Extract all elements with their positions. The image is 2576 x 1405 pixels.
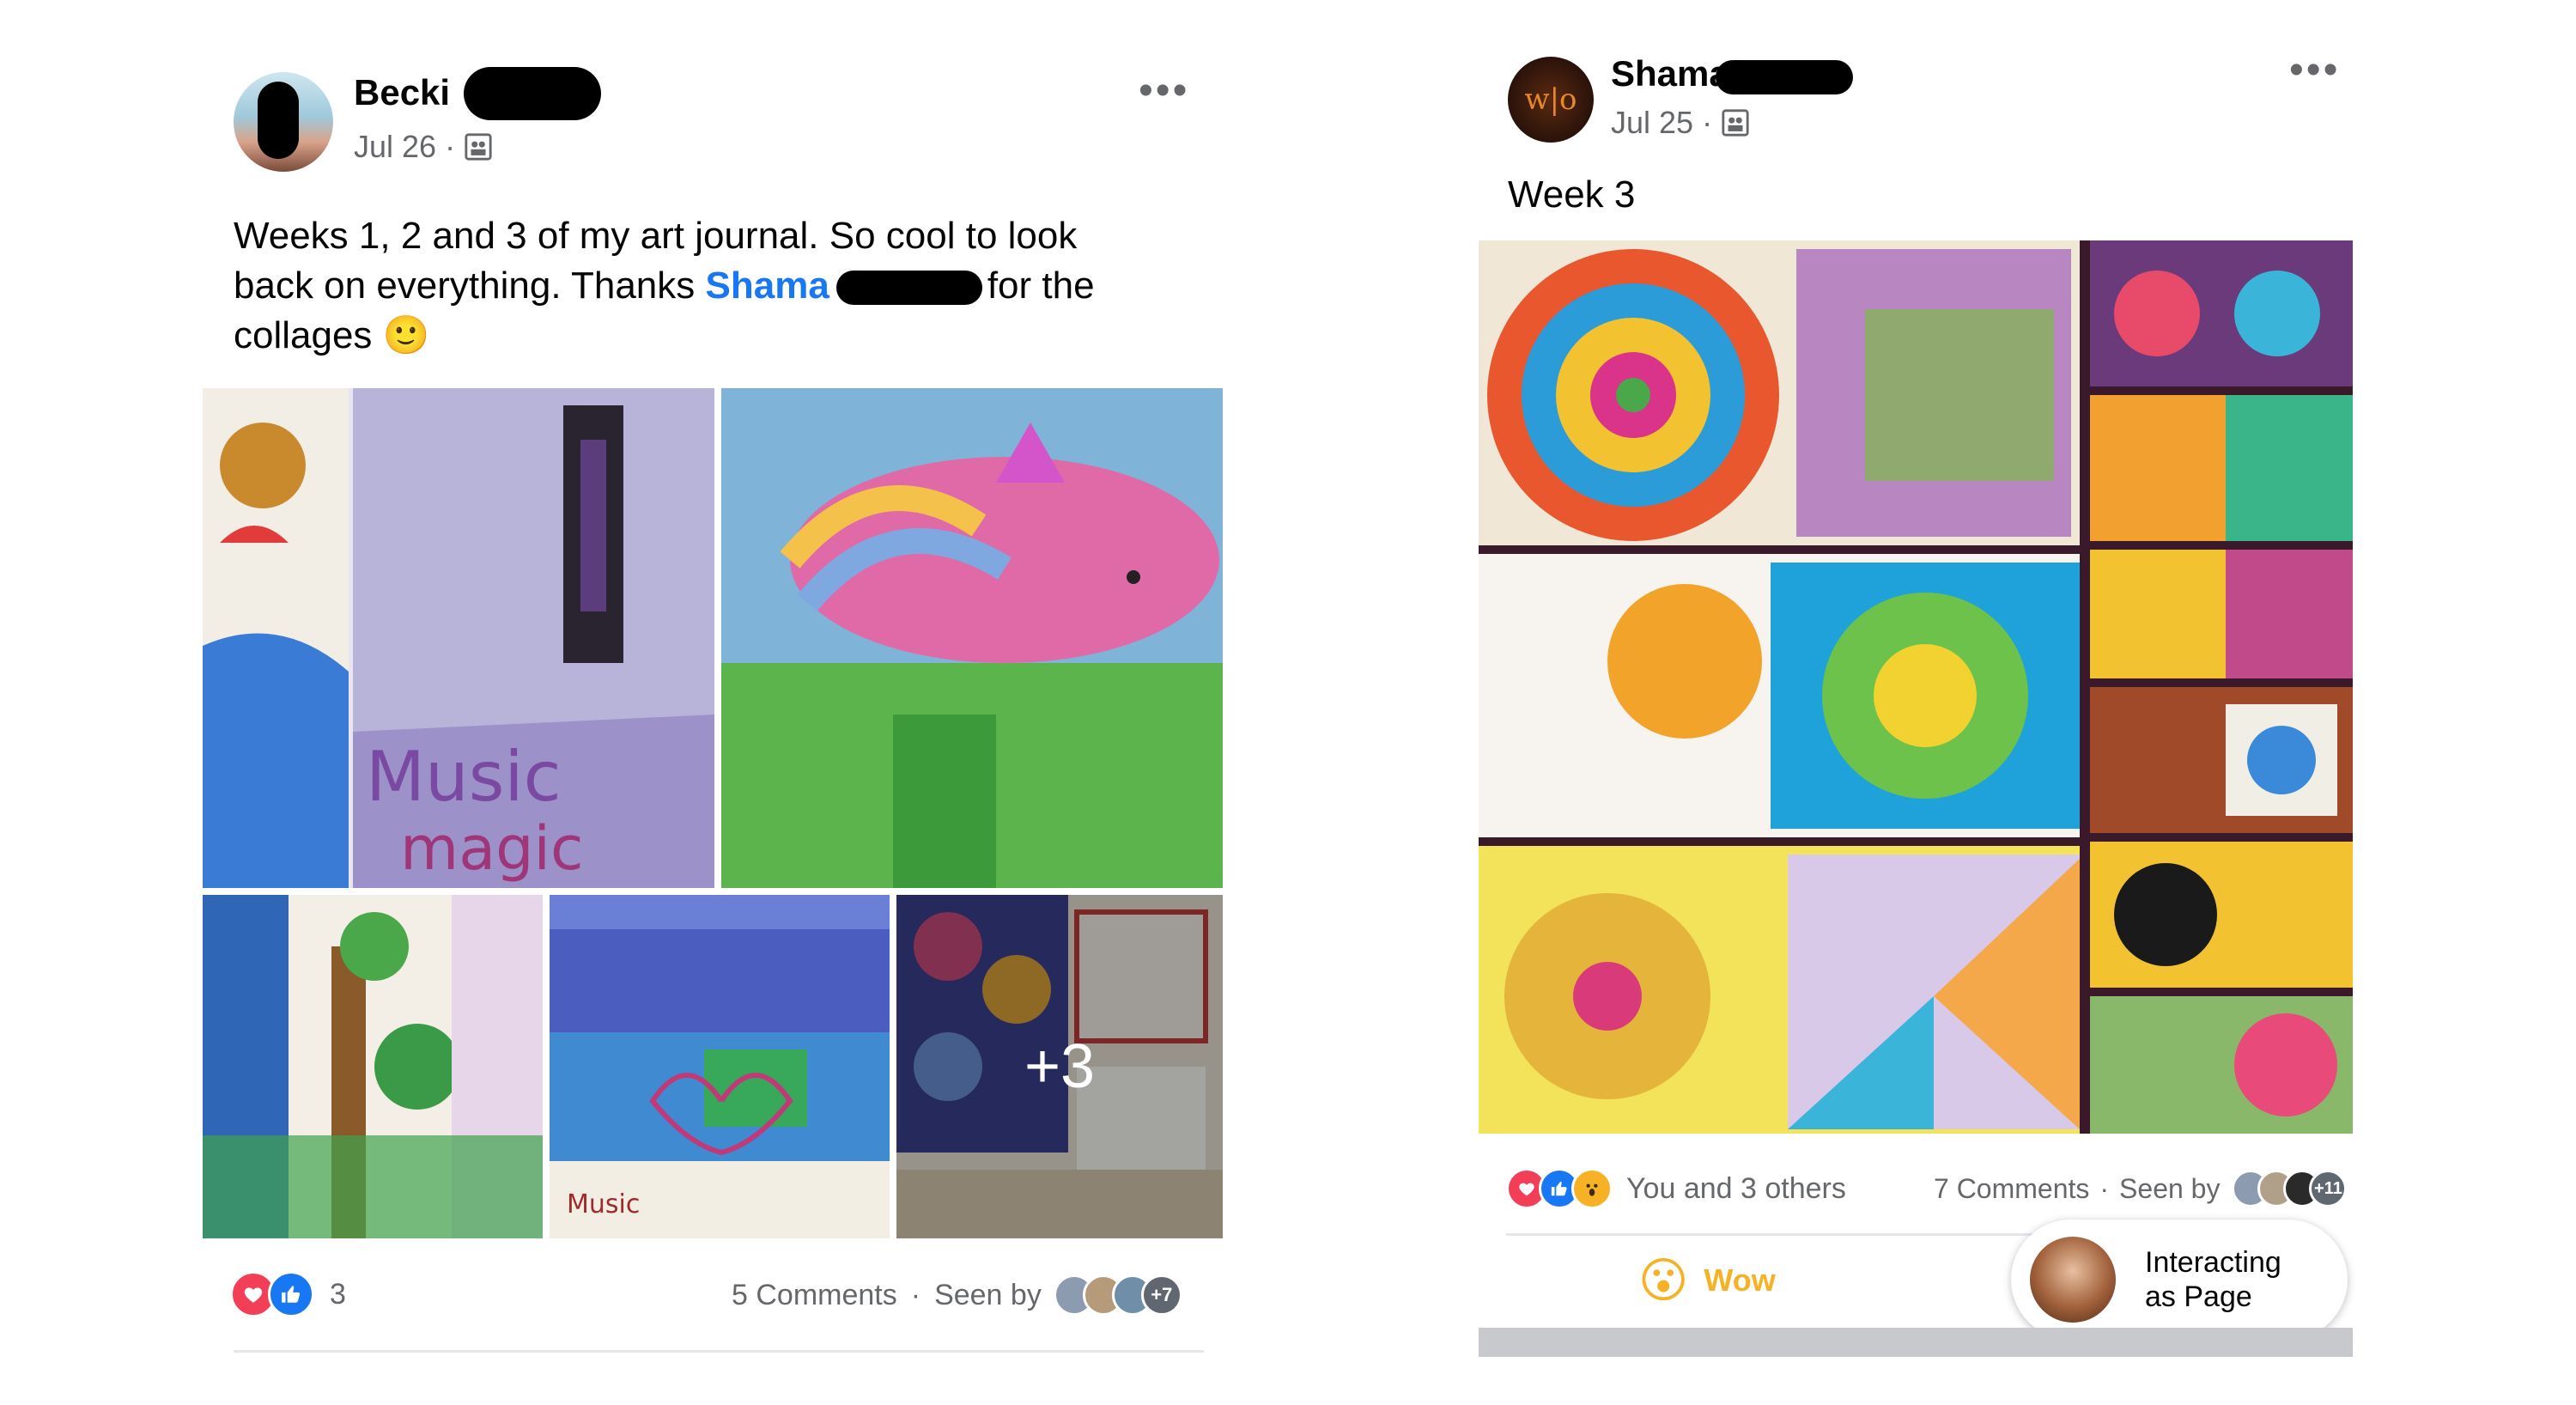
meta-separator: ·	[1702, 105, 1713, 140]
more-options-icon[interactable]: •••	[1139, 70, 1189, 112]
more-photos-overlay[interactable]: +3	[896, 895, 1223, 1238]
group-icon	[1722, 109, 1749, 137]
page-profile-avatar	[2030, 1237, 2116, 1323]
seen-by-label[interactable]: Seen by	[934, 1279, 1042, 1312]
viewer-extra-count: +11	[2309, 1170, 2348, 1207]
wow-reaction-icon	[1571, 1168, 1613, 1209]
reactions-summary[interactable]: You and 3 others	[1506, 1168, 1846, 1209]
post-date[interactable]: Jul 25	[1611, 105, 1693, 141]
more-options-icon[interactable]: •••	[2289, 50, 2340, 91]
wow-label: Wow	[1704, 1262, 1776, 1298]
redacted-mention	[835, 271, 982, 306]
bottom-scroll-bar	[1479, 1328, 2353, 1357]
seen-by-label[interactable]: Seen by	[2119, 1173, 2220, 1205]
footer-divider	[234, 1350, 1204, 1353]
seen-by-avatars[interactable]: +7	[1053, 1274, 1182, 1316]
smile-emoji: 🙂	[382, 314, 430, 356]
post-meta: Jul 25 ·	[1611, 105, 1750, 141]
post-date[interactable]: Jul 26	[354, 129, 436, 165]
svg-text:Music: Music	[366, 737, 562, 817]
post-meta: Jul 26 ·	[354, 129, 493, 165]
meta-separator: ·	[445, 129, 456, 164]
page-avatar[interactable]: w|o	[1508, 57, 1594, 143]
right-post: w|o Shama Jul 25 · ••• Week 3 You and 3 …	[1288, 0, 2576, 1405]
interacting-as-label: Interacting as Page	[2145, 1246, 2281, 1313]
photo-more[interactable]: +3	[896, 895, 1223, 1238]
dot-separator: ·	[910, 1278, 921, 1311]
author-name[interactable]: Becki	[354, 72, 450, 113]
comments-count[interactable]: 5 Comments	[732, 1279, 897, 1312]
viewer-extra-count: +7	[1140, 1274, 1182, 1316]
reactions-summary[interactable]: 3	[230, 1271, 346, 1317]
redacted-surname	[1716, 60, 1853, 94]
photo-mandala-collage[interactable]	[1479, 240, 2353, 1134]
engagement-summary: 5 Comments · Seen by +7	[732, 1274, 1182, 1316]
reactions-count[interactable]: 3	[330, 1278, 346, 1311]
wow-emoji-icon: 😮	[1638, 1253, 1689, 1307]
interacting-as-page-bubble[interactable]: Interacting as Page	[2011, 1219, 2348, 1340]
dot-separator: ·	[2099, 1172, 2110, 1204]
author-name[interactable]: Shama	[1611, 53, 1729, 94]
svg-text:Music: Music	[567, 1189, 640, 1219]
post-text: Week 3	[1508, 173, 1636, 216]
page-logo-icon: w|o	[1524, 82, 1577, 117]
redacted-avatar	[258, 82, 299, 159]
left-post: Becki Jul 26 · ••• Weeks 1, 2 and 3 of m…	[0, 0, 1288, 1405]
group-icon	[465, 133, 492, 161]
svg-text:magic: magic	[400, 813, 583, 884]
photo-create-page[interactable]: Music	[550, 895, 890, 1238]
like-reaction-icon	[268, 1271, 314, 1317]
seen-by-avatars[interactable]: +11	[2232, 1170, 2348, 1207]
reactions-label[interactable]: You and 3 others	[1626, 1172, 1846, 1206]
mention-link[interactable]: Shama	[706, 265, 829, 307]
photo-tree-drawing[interactable]	[203, 895, 543, 1238]
photo-cat-drawing[interactable]	[721, 388, 1223, 888]
comments-count[interactable]: 7 Comments	[1934, 1173, 2089, 1205]
wow-button[interactable]: 😮 Wow	[1638, 1252, 1776, 1309]
engagement-summary: 7 Comments · Seen by +11	[1934, 1170, 2348, 1207]
post-text: Weeks 1, 2 and 3 of my art journal. So c…	[234, 211, 1161, 361]
photo-music-collage[interactable]: Music magic	[203, 388, 714, 888]
redacted-surname	[464, 67, 601, 120]
